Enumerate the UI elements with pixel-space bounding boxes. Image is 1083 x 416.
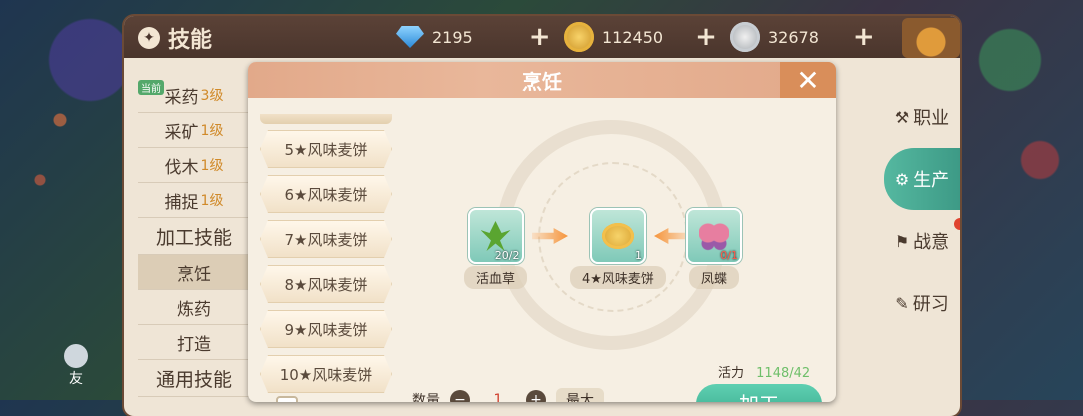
recipe-list-top-edge	[260, 114, 392, 124]
material-count: 20/2	[494, 249, 520, 262]
silver-currency: 32678 +	[730, 22, 875, 52]
section-general[interactable]: 通用技能	[138, 360, 250, 397]
skill-label: 捕捉	[164, 192, 199, 213]
gold-value: 112450	[602, 27, 664, 47]
material-count: 0/1	[720, 249, 738, 262]
cooking-dialog: 烹饪 ✕ 5★风味麦饼 6★风味麦饼 7★风味麦饼 8★风味麦饼 9★风味麦饼 …	[248, 62, 836, 402]
product-count: 1	[634, 249, 642, 262]
skill-label: 采药	[164, 87, 199, 108]
material-label: 活血草	[464, 266, 528, 289]
vitality-display: 活力 1148/42	[718, 362, 810, 381]
skill-level: 1级	[200, 158, 224, 174]
skill-item-logging[interactable]: 伐木 1级	[138, 148, 250, 183]
material-herb[interactable]: 20/2 活血草	[464, 208, 528, 289]
close-button[interactable]: ✕	[780, 62, 836, 98]
diamond-icon	[396, 26, 424, 48]
minus-button[interactable]: −	[450, 390, 470, 402]
skill-item-forging[interactable]: 打造	[138, 325, 250, 360]
recipe-item[interactable]: 6★风味麦饼	[260, 175, 392, 213]
add-diamond-button[interactable]: +	[529, 24, 551, 50]
right-nav: ⚒ 职业 ⚙ 生产 ⚑ 战意 ✎ 研习	[884, 86, 960, 334]
tab-career[interactable]: ⚒ 职业	[884, 86, 960, 148]
material-slot[interactable]: 0/1	[686, 208, 742, 264]
notification-dot	[954, 218, 960, 230]
skill-item-capture[interactable]: 捕捉 1级	[138, 183, 250, 218]
pancake-icon	[601, 223, 634, 249]
vitality-value: 1148/42	[756, 366, 811, 381]
book-icon: ✎	[895, 293, 909, 313]
quantity-value[interactable]: 1	[480, 392, 516, 402]
quantity-label: 数量	[412, 393, 440, 402]
plus-button[interactable]: +	[526, 390, 546, 402]
material-butterfly[interactable]: 0/1 凤蝶	[686, 208, 742, 289]
product-slot[interactable]: 1	[589, 208, 646, 264]
gear-icon: ⚙	[894, 169, 910, 189]
product-label: 4★风味麦饼	[570, 266, 666, 289]
recipe-item[interactable]: 9★风味麦饼	[260, 310, 392, 348]
dialog-header: 烹饪 ✕	[248, 62, 836, 98]
skill-icon: ✦	[138, 27, 160, 49]
skill-item-herbalism[interactable]: 当前 采药 3级	[138, 78, 250, 113]
briefcase-icon: ⚒	[894, 107, 910, 127]
gold-coin-icon	[564, 22, 594, 52]
flag-icon: ⚑	[894, 231, 910, 251]
avatar[interactable]	[902, 18, 960, 58]
recipe-item[interactable]: 5★风味麦饼	[260, 130, 392, 168]
recipe-item[interactable]: 10★风味麦饼	[260, 355, 392, 393]
gold-currency: 112450 +	[564, 22, 717, 52]
section-processing[interactable]: 加工技能	[138, 218, 250, 255]
material-label: 凤蝶	[688, 266, 739, 289]
tab-label: 研习	[912, 294, 949, 315]
diamond-value: 2195	[432, 27, 473, 47]
tab-label: 战意	[913, 232, 950, 253]
product-pancake[interactable]: 1 4★风味麦饼	[570, 208, 666, 289]
silver-coin-icon	[730, 22, 760, 52]
add-gold-button[interactable]: +	[695, 24, 717, 50]
add-silver-button[interactable]: +	[853, 24, 875, 50]
friend-icon	[64, 344, 88, 368]
butterfly-icon	[699, 221, 729, 251]
auto-checkbox[interactable]	[276, 396, 298, 402]
skill-item-alchemy[interactable]: 炼药	[138, 290, 250, 325]
silver-value: 32678	[768, 27, 819, 47]
top-bar: ✦ 技能 2195 + 112450 + 32678 +	[124, 16, 960, 58]
skill-label: 采矿	[164, 122, 199, 143]
skill-level: 1级	[200, 123, 224, 139]
recipe-item[interactable]: 8★风味麦饼	[260, 265, 392, 303]
skill-label: 伐木	[164, 157, 199, 178]
tab-label: 职业	[913, 108, 950, 129]
process-button[interactable]: 加工	[696, 384, 822, 402]
skill-list: 当前 采药 3级 采矿 1级 伐木 1级 捕捉 1级 加工技能 烹饪 炼药 打造 通用技…	[138, 78, 250, 397]
material-slot[interactable]: 20/2	[467, 208, 524, 264]
skill-level: 1级	[200, 193, 224, 209]
herb-icon	[480, 221, 511, 251]
skill-item-mining[interactable]: 采矿 1级	[138, 113, 250, 148]
window-title: ✦ 技能	[138, 22, 212, 54]
window-title-text: 技能	[168, 28, 213, 53]
recipe-list[interactable]: 5★风味麦饼 6★风味麦饼 7★风味麦饼 8★风味麦饼 9★风味麦饼 10★风味…	[260, 114, 392, 400]
friend-button[interactable]: 友	[64, 344, 88, 388]
dialog-title: 烹饪	[522, 70, 562, 94]
friend-label: 友	[69, 371, 83, 387]
tab-study[interactable]: ✎ 研习	[884, 272, 960, 334]
tab-battle-will[interactable]: ⚑ 战意	[884, 210, 960, 272]
vitality-label: 活力	[718, 366, 745, 381]
skill-item-cooking[interactable]: 烹饪	[138, 255, 250, 290]
current-tag: 当前	[138, 80, 164, 95]
recipe-item[interactable]: 7★风味麦饼	[260, 220, 392, 258]
tab-production[interactable]: ⚙ 生产	[884, 148, 960, 210]
skill-level: 3级	[200, 88, 224, 104]
diamond-currency: 2195 +	[396, 22, 551, 52]
tab-label: 生产	[913, 170, 950, 191]
